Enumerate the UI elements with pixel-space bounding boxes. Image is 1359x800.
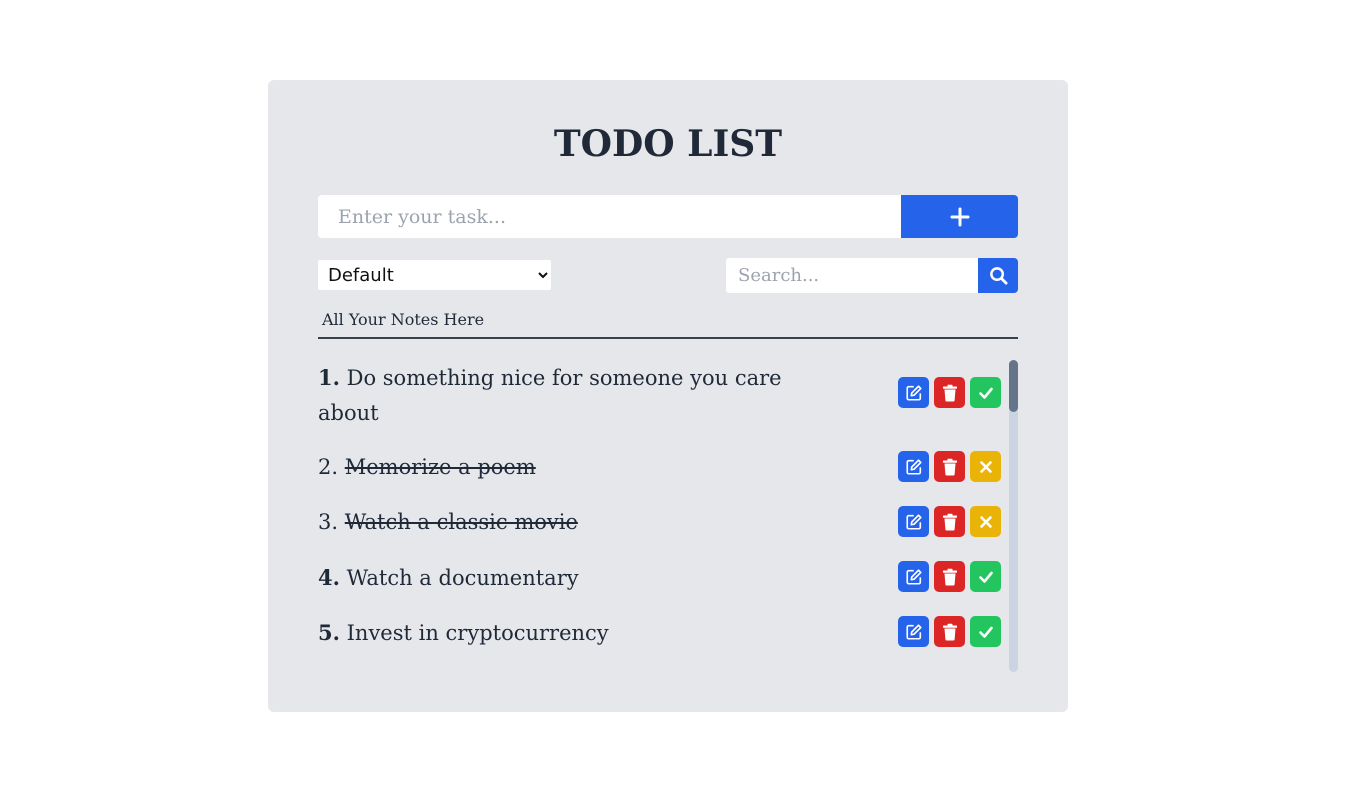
todo-card: TODO LIST Default All Your Notes Here 1.…	[268, 80, 1068, 712]
delete-button[interactable]	[934, 616, 965, 647]
list-item: 3. Watch a classic movie	[318, 505, 1018, 540]
edit-icon	[905, 513, 922, 530]
list-item: 5. Invest in cryptocurrency	[318, 615, 1018, 651]
undo-button[interactable]	[970, 451, 1001, 482]
plus-icon	[950, 207, 969, 226]
search-button[interactable]	[978, 258, 1018, 293]
add-task-row	[318, 195, 1018, 238]
item-label: Memorize a poem	[344, 455, 536, 479]
section-label: All Your Notes Here	[322, 310, 485, 329]
delete-button[interactable]	[934, 451, 965, 482]
edit-icon	[905, 384, 922, 401]
edit-button[interactable]	[898, 506, 929, 537]
item-text: 1. Do something nice for someone you car…	[318, 360, 788, 431]
trash-icon	[942, 623, 957, 641]
item-actions	[898, 377, 1001, 408]
edit-button[interactable]	[898, 451, 929, 482]
delete-button[interactable]	[934, 377, 965, 408]
complete-button[interactable]	[970, 377, 1001, 408]
item-number: 3.	[318, 510, 339, 534]
item-label: Invest in cryptocurrency	[346, 621, 609, 645]
item-text: 2. Memorize a poem	[318, 450, 788, 485]
trash-icon	[942, 458, 957, 476]
check-icon	[978, 571, 993, 583]
item-label: Watch a classic movie	[344, 510, 578, 534]
item-number: 2.	[318, 455, 339, 479]
delete-button[interactable]	[934, 561, 965, 592]
item-number: 1.	[318, 365, 340, 390]
item-number: 5.	[318, 620, 340, 645]
complete-button[interactable]	[970, 616, 1001, 647]
edit-icon	[905, 623, 922, 640]
item-label: Watch a documentary	[346, 566, 579, 590]
check-icon	[978, 387, 993, 399]
scrollbar-thumb[interactable]	[1009, 360, 1018, 412]
item-text: 4. Watch a documentary	[318, 560, 788, 596]
close-icon	[979, 460, 992, 473]
check-icon	[978, 626, 993, 638]
list-item: 1. Do something nice for someone you car…	[318, 360, 1018, 431]
notes-list: 1. Do something nice for someone you car…	[318, 360, 1018, 672]
trash-icon	[942, 384, 957, 402]
list-item: 2. Memorize a poem	[318, 450, 1018, 485]
item-actions	[898, 616, 1001, 647]
edit-button[interactable]	[898, 561, 929, 592]
filter-select[interactable]: Default	[318, 260, 551, 290]
trash-icon	[942, 568, 957, 586]
edit-icon	[905, 568, 922, 585]
task-input[interactable]	[318, 195, 901, 238]
complete-button[interactable]	[970, 561, 1001, 592]
edit-button[interactable]	[898, 377, 929, 408]
delete-button[interactable]	[934, 506, 965, 537]
edit-icon	[905, 458, 922, 475]
undo-button[interactable]	[970, 506, 1001, 537]
item-text: 5. Invest in cryptocurrency	[318, 615, 788, 651]
item-actions	[898, 561, 1001, 592]
item-number: 4.	[318, 565, 340, 590]
search-icon	[989, 267, 1008, 285]
edit-button[interactable]	[898, 616, 929, 647]
list-item: 4. Watch a documentary	[318, 560, 1018, 596]
item-label: Do something nice for someone you care a…	[318, 366, 782, 425]
search-box	[726, 258, 1018, 293]
search-input[interactable]	[726, 258, 978, 293]
trash-icon	[942, 513, 957, 531]
item-actions	[898, 451, 1001, 482]
page-title: TODO LIST	[553, 123, 783, 165]
add-task-button[interactable]	[901, 195, 1018, 238]
divider	[318, 337, 1018, 339]
item-actions	[898, 506, 1001, 537]
close-icon	[979, 515, 992, 528]
item-text: 3. Watch a classic movie	[318, 505, 788, 540]
list-scrollbar[interactable]	[1009, 360, 1018, 672]
